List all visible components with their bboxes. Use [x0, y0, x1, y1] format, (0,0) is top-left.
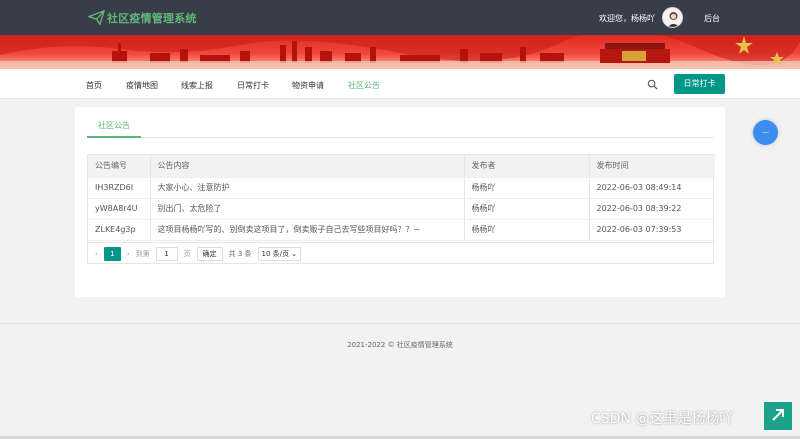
- nav-item-supply-request[interactable]: 物资申请: [292, 80, 324, 91]
- active-tab-indicator: [87, 136, 141, 138]
- cell-publisher: 杨杨吖: [464, 219, 590, 241]
- page-size-value: 10 条/页: [261, 249, 290, 258]
- cell-id: ZLKE4g3p: [88, 219, 151, 241]
- scroll-top-button[interactable]: [764, 402, 792, 430]
- goto-confirm-button[interactable]: 确定: [196, 246, 223, 261]
- avatar[interactable]: [662, 7, 683, 28]
- cell-time: 2022-06-03 08:39:22: [589, 198, 715, 220]
- nav-item-epidemic-map[interactable]: 疫情地图: [126, 80, 158, 91]
- column-header-time[interactable]: 发布时间: [589, 155, 715, 178]
- search-icon[interactable]: [647, 79, 658, 90]
- footer-copyright: 2021-2022 © 社区疫情管理系统: [347, 341, 453, 349]
- app-title: 社区疫情管理系统: [107, 11, 197, 25]
- cell-id: yW8A8r4U: [88, 198, 151, 220]
- table-row[interactable]: IH3RZD6I 大家小心、注意防护 杨杨吖 2022-06-03 08:49:…: [88, 177, 715, 199]
- goto-label: 到第: [135, 249, 150, 258]
- nav-item-notices[interactable]: 社区公告: [348, 80, 380, 91]
- pagination: ‹ 1 › 到第 1 页 确定 共 3 条 10 条/页 ⌄: [88, 242, 713, 264]
- cell-time: 2022-06-03 07:39:53: [589, 219, 715, 241]
- column-header-id[interactable]: 公告编号: [88, 155, 151, 178]
- arrow-icon: [772, 409, 784, 421]
- cell-content: 大家小心、注意防护: [150, 177, 465, 199]
- footer-divider: [0, 323, 800, 324]
- floating-menu-button[interactable]: —: [753, 120, 778, 145]
- app-logo[interactable]: 社区疫情管理系统: [88, 9, 197, 26]
- cell-time: 2022-06-03 08:49:14: [589, 177, 715, 199]
- page-unit-label: 页: [183, 249, 191, 258]
- total-count: 共 3 条: [228, 249, 252, 258]
- table-header-row: 公告编号 公告内容 发布者 发布时间: [88, 155, 715, 178]
- cell-content: 这项目杨杨吖写的、别倒卖这项目了，倒卖贩子自己去写些项目好吗？？~: [150, 219, 465, 241]
- tab-notices[interactable]: 社区公告: [87, 120, 141, 131]
- cell-publisher: 杨杨吖: [464, 198, 590, 220]
- welcome-text: 欢迎您，杨杨吖: [599, 14, 655, 23]
- avatar-image: [667, 12, 680, 27]
- current-page-button[interactable]: 1: [103, 246, 121, 261]
- nav-item-home[interactable]: 首页: [86, 80, 102, 91]
- table-row[interactable]: yW8A8r4U 别出门、太危险了 杨杨吖 2022-06-03 08:39:2…: [88, 198, 715, 220]
- nav-item-clue-report[interactable]: 线索上报: [181, 80, 213, 91]
- notice-table: 公告编号 公告内容 发布者 发布时间 IH3RZD6I 大家小心、注意防护 杨杨…: [87, 154, 715, 264]
- goto-page-input[interactable]: 1: [155, 246, 178, 261]
- dash-icon: —: [762, 128, 769, 136]
- csdn-watermark: CSDN @这里是杨杨吖: [591, 411, 734, 427]
- chevron-down-icon: ⌄: [291, 249, 298, 258]
- backend-link[interactable]: 后台: [704, 13, 720, 24]
- tab-divider: [87, 137, 714, 138]
- table-row[interactable]: ZLKE4g3p 这项目杨杨吖写的、别倒卖这项目了，倒卖贩子自己去写些项目好吗？…: [88, 219, 715, 241]
- banner-skyline-image: [0, 35, 800, 69]
- cell-publisher: 杨杨吖: [464, 177, 590, 199]
- top-bar: 社区疫情管理系统 欢迎您，杨杨吖 后台: [0, 0, 800, 35]
- prev-page-icon[interactable]: ‹: [95, 250, 98, 258]
- cell-id: IH3RZD6I: [88, 177, 151, 199]
- next-page-icon[interactable]: ›: [127, 250, 130, 258]
- column-header-content[interactable]: 公告内容: [150, 155, 465, 178]
- daily-checkin-button[interactable]: 日常打卡: [674, 74, 725, 94]
- main-nav: 首页 疫情地图 线索上报 日常打卡 物资申请 社区公告 日常打卡: [0, 69, 800, 99]
- nav-item-daily-checkin[interactable]: 日常打卡: [237, 80, 269, 91]
- header-banner: [0, 35, 800, 69]
- page-size-select[interactable]: 10 条/页 ⌄: [257, 246, 302, 261]
- notice-card: 社区公告 公告编号 公告内容 发布者 发布时间 IH3RZD6I 大家小心、注意…: [75, 107, 725, 297]
- column-header-publisher[interactable]: 发布者: [464, 155, 590, 178]
- paper-plane-icon: [88, 10, 105, 25]
- cell-content: 别出门、太危险了: [150, 198, 465, 220]
